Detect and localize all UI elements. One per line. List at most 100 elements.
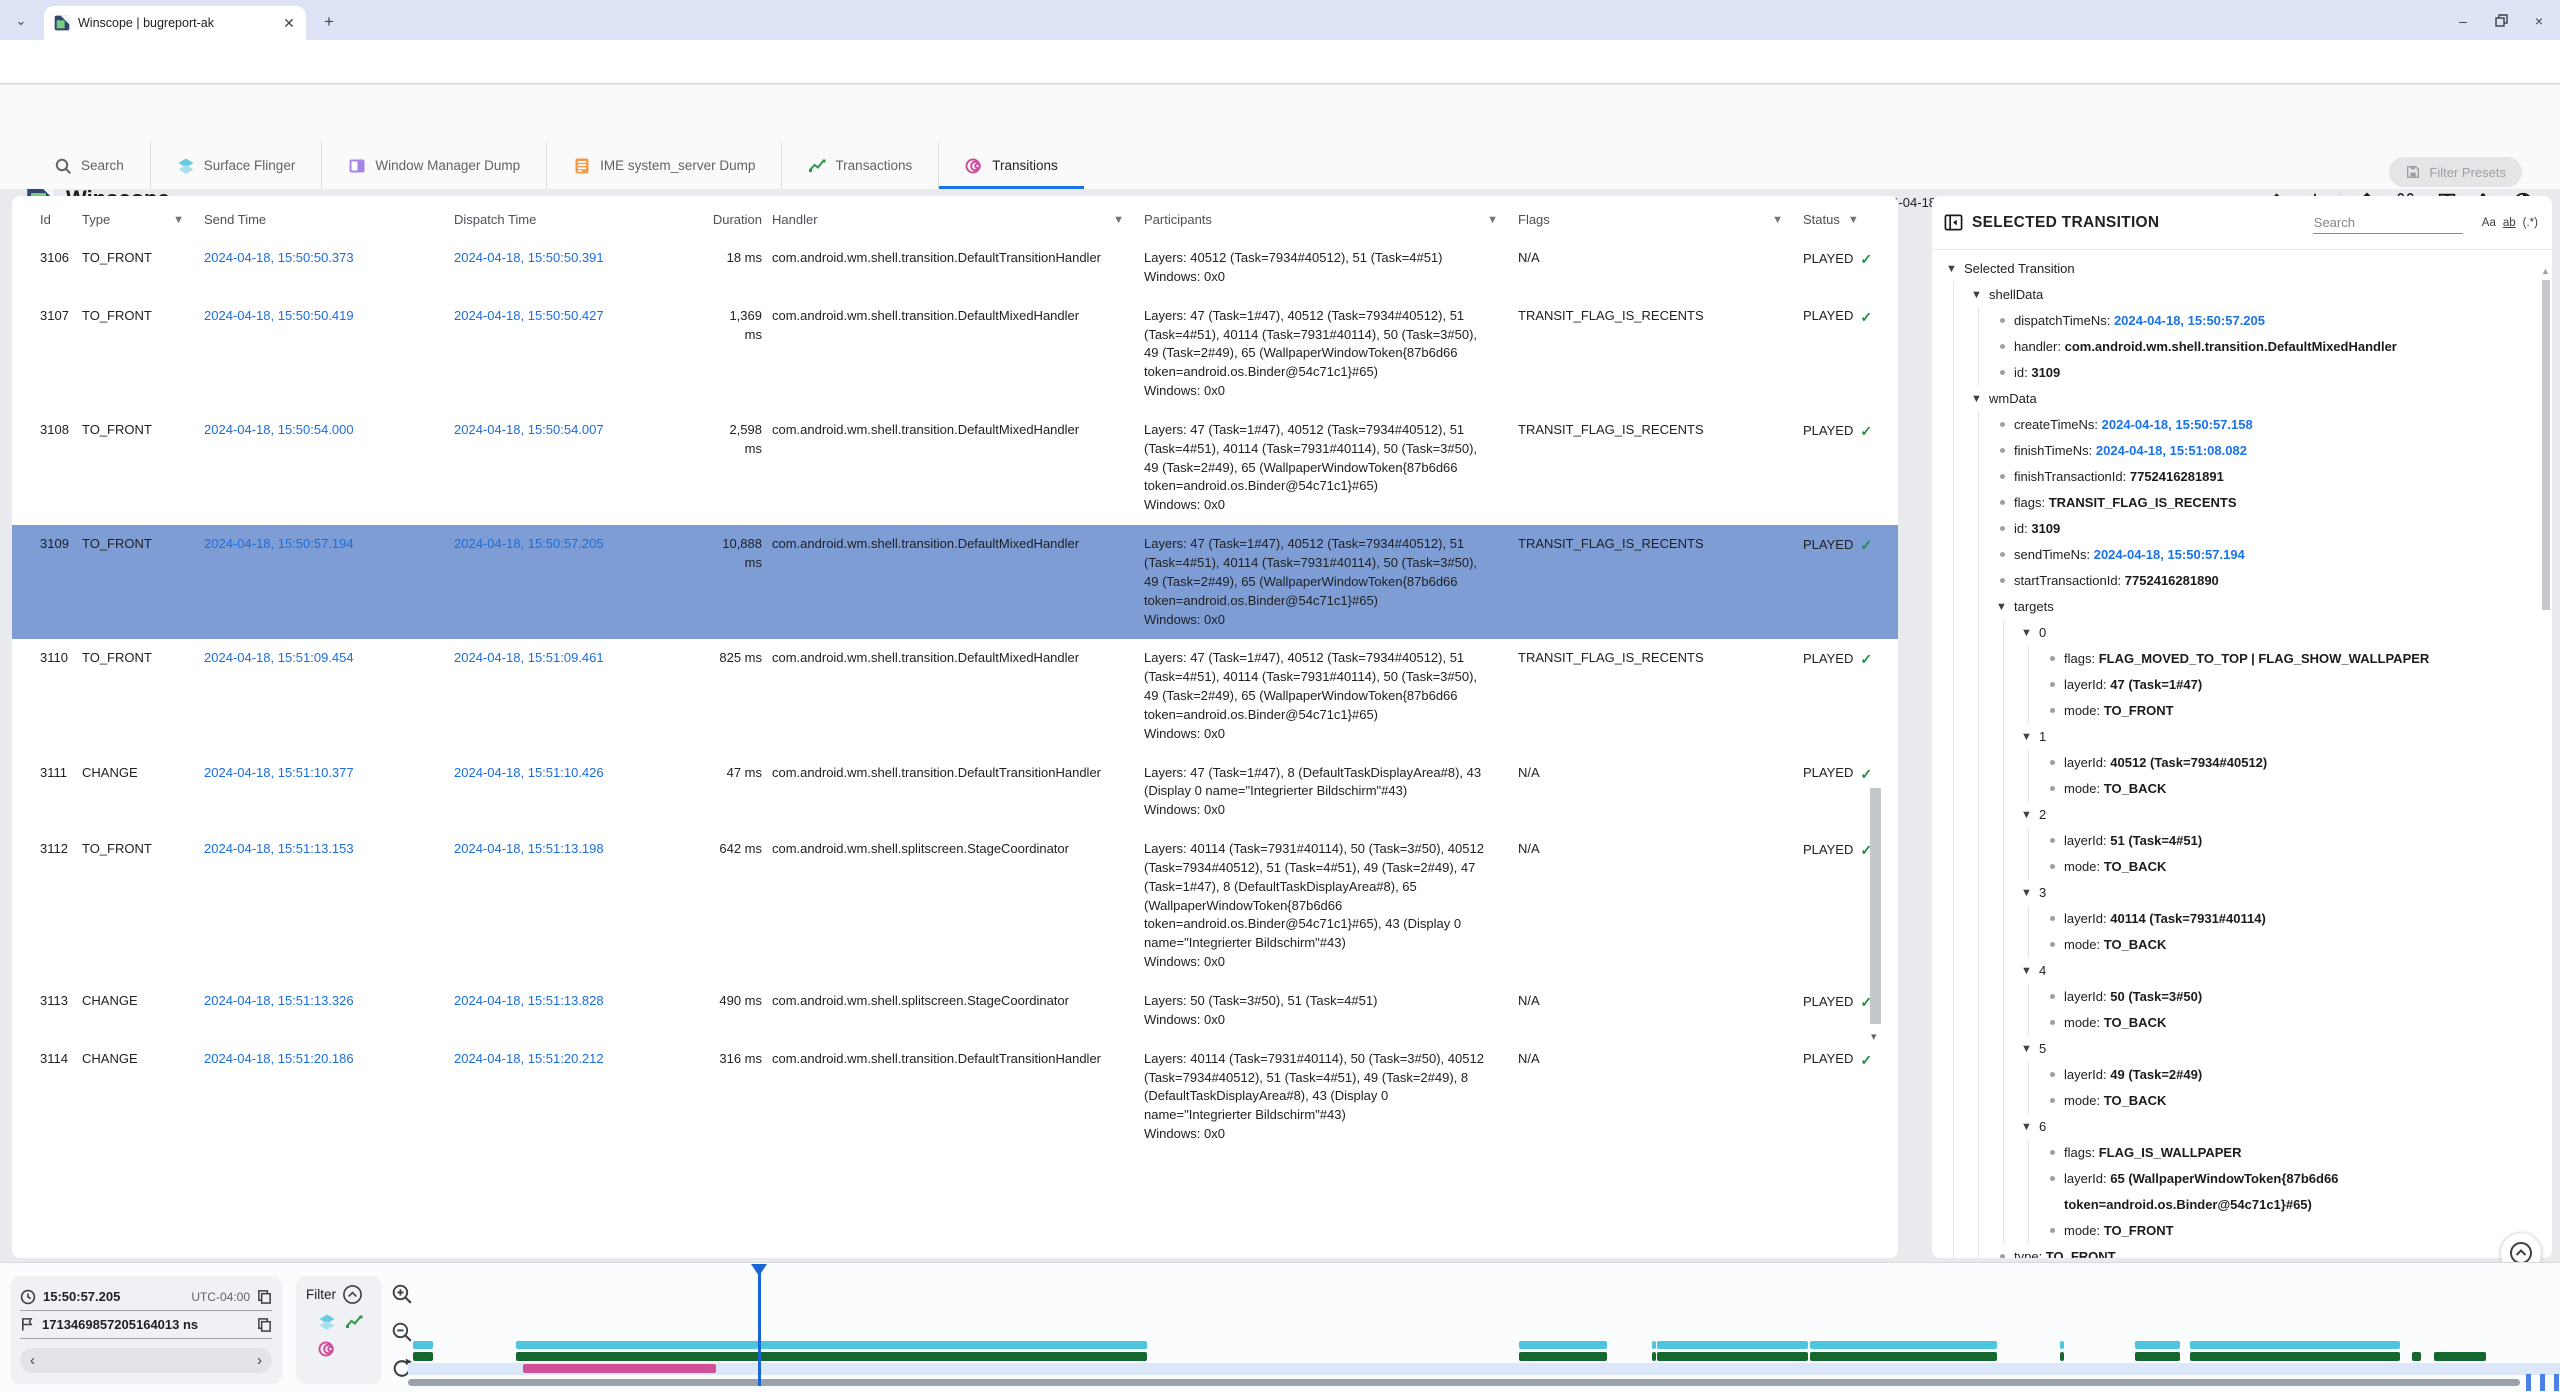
timeline-canvas[interactable] [408, 1262, 2560, 1392]
table-row-3114[interactable]: 3114CHANGE2024-04-18, 15:51:20.1862024-0… [12, 1040, 1898, 1154]
tree-leaf-id[interactable]: id: 3109 [1996, 360, 2536, 386]
column-header-status[interactable]: Status▼ [1803, 212, 1898, 227]
cell-dispatch-time[interactable]: 2024-04-18, 15:51:13.828 [454, 992, 711, 1011]
match-word-toggle[interactable]: ab [2503, 217, 2516, 229]
tree-group-wmData[interactable]: ▼wmData [1971, 386, 2536, 412]
sf-trace-block[interactable] [2135, 1341, 2180, 1349]
window-minimize-button[interactable]: – [2448, 12, 2478, 30]
tree-group-1[interactable]: ▼1 [2021, 724, 2536, 750]
panel-scrollbar[interactable] [2542, 280, 2550, 610]
cell-send-time[interactable]: 2024-04-18, 15:51:13.153 [204, 840, 454, 859]
sf-trace-block[interactable] [1519, 1341, 1607, 1349]
tab-transactions[interactable]: Transactions [781, 142, 938, 189]
panel-scroll-up-icon[interactable]: ▲ [2541, 266, 2550, 276]
sf-trace-block[interactable] [1657, 1341, 1808, 1349]
tab-transitions[interactable]: Transitions [938, 142, 1084, 189]
tree-leaf-mode[interactable]: mode: TO_FRONT [2046, 698, 2536, 724]
table-row-3109[interactable]: 3109TO_FRONT2024-04-18, 15:50:57.1942024… [12, 525, 1898, 639]
transactions-trace-block[interactable] [1519, 1352, 1607, 1361]
current-time-value[interactable]: 15:50:57.205 [43, 1289, 184, 1304]
cell-dispatch-time[interactable]: 2024-04-18, 15:51:20.212 [454, 1050, 711, 1069]
tree-leaf-dispatchTimeNs[interactable]: dispatchTimeNs: 2024-04-18, 15:50:57.205 [1996, 308, 2536, 334]
cell-dispatch-time[interactable]: 2024-04-18, 15:50:54.007 [454, 421, 711, 440]
filter-presets-button[interactable]: Filter Presets [2389, 157, 2522, 187]
transactions-trace-block[interactable] [2434, 1352, 2486, 1361]
transactions-trace-block[interactable] [2190, 1352, 2400, 1361]
timeline-scrollbar[interactable] [408, 1379, 2520, 1386]
cell-send-time[interactable]: 2024-04-18, 15:51:10.377 [204, 764, 454, 783]
column-header-id[interactable]: Id [40, 212, 82, 227]
tree-leaf-mode[interactable]: mode: TO_FRONT [2046, 1218, 2536, 1244]
cell-dispatch-time[interactable]: 2024-04-18, 15:51:10.426 [454, 764, 711, 783]
transactions-trace-block[interactable] [1657, 1352, 1808, 1361]
sf-trace-block[interactable] [1810, 1341, 1997, 1349]
tree-leaf-finishTransactionId[interactable]: finishTransactionId: 7752416281891 [1996, 464, 2536, 490]
tree-leaf-id[interactable]: id: 3109 [1996, 516, 2536, 542]
sf-trace-block[interactable] [2190, 1341, 2400, 1349]
tab-window-manager-dump[interactable]: Window Manager Dump [321, 142, 546, 189]
tree-leaf-layerId[interactable]: layerId: 47 (Task=1#47) [2046, 672, 2536, 698]
cell-send-time[interactable]: 2024-04-18, 15:50:54.000 [204, 421, 454, 440]
column-header-dispatch-time[interactable]: Dispatch Time [454, 212, 711, 227]
transition-block[interactable] [523, 1364, 716, 1373]
cell-send-time[interactable]: 2024-04-18, 15:50:57.194 [204, 535, 454, 554]
table-row-3108[interactable]: 3108TO_FRONT2024-04-18, 15:50:54.0002024… [12, 411, 1898, 525]
transactions-trace-block[interactable] [2412, 1352, 2421, 1361]
cell-dispatch-time[interactable]: 2024-04-18, 15:51:09.461 [454, 649, 711, 668]
table-row-3113[interactable]: 3113CHANGE2024-04-18, 15:51:13.3262024-0… [12, 982, 1898, 1040]
table-row-3106[interactable]: 3106TO_FRONT2024-04-18, 15:50:50.3732024… [12, 239, 1898, 297]
panel-search-input[interactable] [2313, 212, 2463, 234]
filter-dropdown-icon[interactable]: ▼ [1848, 214, 1859, 226]
sf-trace-block[interactable] [516, 1341, 1147, 1349]
filter-transactions-icon[interactable] [345, 1313, 363, 1331]
tree-group-2[interactable]: ▼2 [2021, 802, 2536, 828]
table-scroll-down-icon[interactable]: ▾ [1871, 1030, 1877, 1043]
filter-dropdown-icon[interactable]: ▼ [1113, 214, 1124, 226]
table-row-3107[interactable]: 3107TO_FRONT2024-04-18, 15:50:50.4192024… [12, 297, 1898, 411]
tree-group-4[interactable]: ▼4 [2021, 958, 2536, 984]
tree-group-5[interactable]: ▼5 [2021, 1036, 2536, 1062]
cell-dispatch-time[interactable]: 2024-04-18, 15:50:57.205 [454, 535, 711, 554]
tab-search[interactable]: Search [28, 142, 150, 189]
tree-group-targets[interactable]: ▼targets [1996, 594, 2536, 620]
cell-send-time[interactable]: 2024-04-18, 15:51:09.454 [204, 649, 454, 668]
cell-send-time[interactable]: 2024-04-18, 15:50:50.373 [204, 249, 454, 268]
sf-trace-block[interactable] [1652, 1341, 1656, 1349]
table-scrollbar[interactable] [1870, 788, 1881, 1024]
cell-dispatch-time[interactable]: 2024-04-18, 15:50:50.391 [454, 249, 711, 268]
transactions-trace-block[interactable] [413, 1352, 433, 1361]
new-tab-button[interactable]: + [318, 11, 340, 33]
table-row-3111[interactable]: 3111CHANGE2024-04-18, 15:51:10.3772024-0… [12, 754, 1898, 831]
tree-leaf-layerId[interactable]: layerId: 51 (Task=4#51) [2046, 828, 2536, 854]
tree-leaf-startTransactionId[interactable]: startTransactionId: 7752416281890 [1996, 568, 2536, 594]
current-ns-value[interactable]: 1713469857205164013 ns [42, 1317, 250, 1332]
tree-leaf-flags[interactable]: flags: FLAG_MOVED_TO_TOP | FLAG_SHOW_WAL… [2046, 646, 2536, 672]
tree-leaf-layerId[interactable]: layerId: 65 (WallpaperWindowToken{87b6d6… [2046, 1166, 2536, 1218]
transactions-trace-block[interactable] [1652, 1352, 1656, 1361]
table-row-3112[interactable]: 3112TO_FRONT2024-04-18, 15:51:13.1532024… [12, 830, 1898, 982]
tree-leaf-mode[interactable]: mode: TO_BACK [2046, 854, 2536, 880]
filter-dropdown-icon[interactable]: ▼ [1487, 214, 1498, 226]
tree-group-3[interactable]: ▼3 [2021, 880, 2536, 906]
timeline-cursor-line[interactable] [758, 1264, 761, 1386]
tree-leaf-layerId[interactable]: layerId: 40512 (Task=7934#40512) [2046, 750, 2536, 776]
sf-trace-block[interactable] [413, 1341, 433, 1349]
cell-send-time[interactable]: 2024-04-18, 15:50:50.419 [204, 307, 454, 326]
tab-search-chevron-icon[interactable]: ⌄ [10, 10, 32, 32]
tree-leaf-layerId[interactable]: layerId: 49 (Task=2#49) [2046, 1062, 2536, 1088]
cell-send-time[interactable]: 2024-04-18, 15:51:20.186 [204, 1050, 454, 1069]
column-header-send-time[interactable]: Send Time [204, 212, 454, 227]
column-header-flags[interactable]: Flags▼ [1518, 212, 1803, 227]
table-row-3110[interactable]: 3110TO_FRONT2024-04-18, 15:51:09.4542024… [12, 639, 1898, 753]
tree-leaf-createTimeNs[interactable]: createTimeNs: 2024-04-18, 15:50:57.158 [1996, 412, 2536, 438]
window-restore-button[interactable] [2486, 12, 2516, 30]
tree-leaf-mode[interactable]: mode: TO_BACK [2046, 776, 2536, 802]
column-header-handler[interactable]: Handler▼ [772, 212, 1144, 227]
copy-time-icon[interactable] [257, 1289, 272, 1304]
collapse-filter-icon[interactable] [342, 1284, 363, 1305]
transactions-trace-block[interactable] [1810, 1352, 1997, 1361]
tree-leaf-mode[interactable]: mode: TO_BACK [2046, 1010, 2536, 1036]
tree-group-6[interactable]: ▼6 [2021, 1114, 2536, 1140]
tree-leaf-layerId[interactable]: layerId: 50 (Task=3#50) [2046, 984, 2536, 1010]
sf-trace-block[interactable] [2060, 1341, 2064, 1349]
